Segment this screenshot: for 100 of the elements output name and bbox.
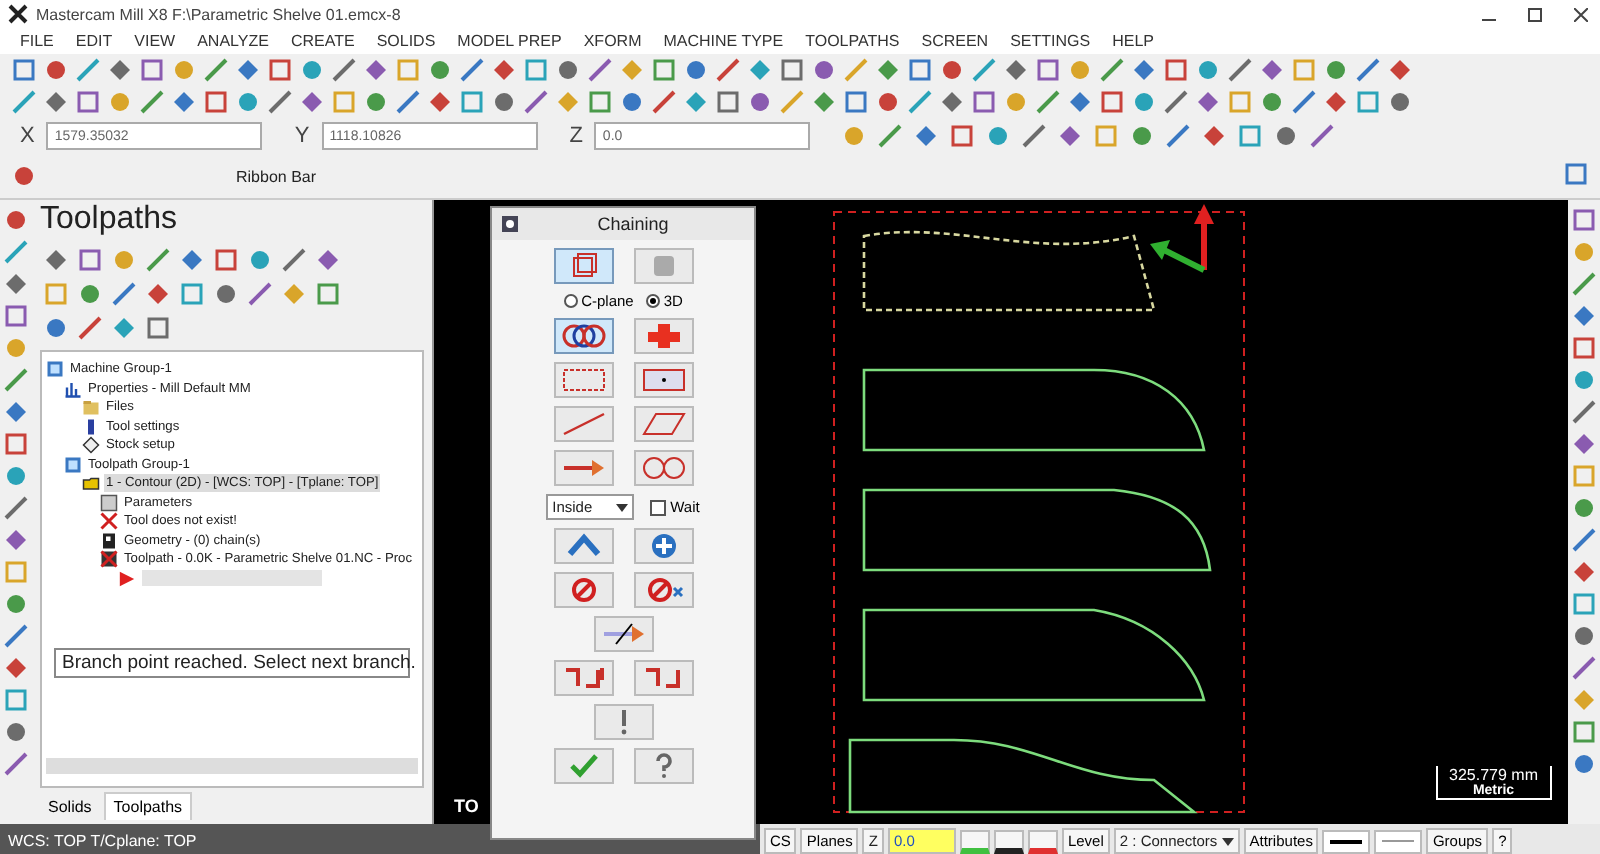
line-button[interactable] xyxy=(553,406,613,442)
toolbar-icon[interactable] xyxy=(364,58,388,82)
toolbar-icon[interactable] xyxy=(1036,58,1060,82)
toolbar-icon[interactable] xyxy=(300,58,324,82)
toolbar-icon[interactable] xyxy=(248,282,272,306)
menu-item[interactable]: SCREEN xyxy=(921,32,989,50)
toolbar-icon[interactable] xyxy=(364,90,388,114)
toolbar-icon[interactable] xyxy=(1196,58,1220,82)
toolbar-icon[interactable] xyxy=(428,90,452,114)
toolbar-icon[interactable] xyxy=(146,282,170,306)
toolbar-icon[interactable] xyxy=(812,90,836,114)
color-button[interactable] xyxy=(959,829,990,853)
menu-item[interactable]: VIEW xyxy=(134,32,176,50)
help-button[interactable] xyxy=(633,748,693,784)
wireframe-button[interactable] xyxy=(553,248,613,284)
toolbar-icon[interactable] xyxy=(12,58,36,82)
clear-button[interactable] xyxy=(633,572,693,608)
menu-item[interactable]: CREATE xyxy=(290,32,355,50)
last-button[interactable] xyxy=(553,528,613,564)
toolbar-icon[interactable] xyxy=(332,58,356,82)
toolbar-icon[interactable] xyxy=(1274,124,1299,148)
toolbar-icon[interactable] xyxy=(1572,528,1596,552)
toolbar-icon[interactable] xyxy=(1356,90,1380,114)
toolbar-icon[interactable] xyxy=(1572,400,1596,424)
toolbar-icon[interactable] xyxy=(1324,90,1348,114)
toolbar-icon[interactable] xyxy=(4,688,28,712)
toolbar-icon[interactable] xyxy=(78,316,102,340)
toolbar-icon[interactable] xyxy=(4,592,28,616)
toolbar-icon[interactable] xyxy=(1100,90,1124,114)
warning-button[interactable] xyxy=(593,704,653,740)
toolbar-icon[interactable] xyxy=(1572,656,1596,680)
toolbar-icon[interactable] xyxy=(1068,90,1092,114)
toolbar-icon[interactable] xyxy=(4,432,28,456)
toolbar-icon[interactable] xyxy=(282,248,306,272)
toolbar-icon[interactable] xyxy=(4,272,28,296)
menu-item[interactable]: FILE xyxy=(20,32,54,50)
toolbar-icon[interactable] xyxy=(1100,58,1124,82)
toolbar-icon[interactable] xyxy=(1022,124,1047,148)
toolbar-icon[interactable] xyxy=(1260,58,1284,82)
ribbon-icon[interactable] xyxy=(1564,162,1588,186)
toolbar-icon[interactable] xyxy=(4,624,28,648)
menu-item[interactable]: TOOLPATHS xyxy=(805,32,900,50)
toolbar-icon[interactable] xyxy=(4,208,28,232)
toolbar-icon[interactable] xyxy=(4,304,28,328)
add-button[interactable] xyxy=(633,528,693,564)
toolbar-icon[interactable] xyxy=(1004,58,1028,82)
toolbar-icon[interactable] xyxy=(214,248,238,272)
toolbar-icon[interactable] xyxy=(986,124,1011,148)
maximize-icon[interactable] xyxy=(1524,7,1546,21)
color-button[interactable] xyxy=(1027,829,1058,853)
toolbar-icon[interactable] xyxy=(204,58,228,82)
toolbar-icon[interactable] xyxy=(1260,90,1284,114)
toolbar-icon[interactable] xyxy=(1164,58,1188,82)
toolbar-icon[interactable] xyxy=(972,58,996,82)
panel-tab[interactable]: Toolpaths xyxy=(103,792,193,820)
toolbar-icon[interactable] xyxy=(76,58,100,82)
toolbar-icon[interactable] xyxy=(940,90,964,114)
panel-tab[interactable]: Solids xyxy=(40,792,100,820)
toolbar-icon[interactable] xyxy=(112,316,136,340)
toolbar-icon[interactable] xyxy=(684,90,708,114)
toolbar-icon[interactable] xyxy=(588,90,612,114)
menu-item[interactable]: HELP xyxy=(1112,32,1154,50)
toolbar-icon[interactable] xyxy=(236,58,260,82)
toolbar-icon[interactable] xyxy=(140,58,164,82)
toolbar-icon[interactable] xyxy=(204,90,228,114)
toolbar-icon[interactable] xyxy=(140,90,164,114)
options-button[interactable] xyxy=(553,660,613,696)
toolbar-icon[interactable] xyxy=(172,90,196,114)
toolbar-icon[interactable] xyxy=(652,90,676,114)
toolbar-icon[interactable] xyxy=(908,90,932,114)
toolbar-icon[interactable] xyxy=(44,58,68,82)
toolbar-icon[interactable] xyxy=(1572,560,1596,584)
toolbar-icon[interactable] xyxy=(524,90,548,114)
toolbar-icon[interactable] xyxy=(716,90,740,114)
toolbar-icon[interactable] xyxy=(1036,90,1060,114)
toolbar-icon[interactable] xyxy=(684,58,708,82)
area-button[interactable] xyxy=(633,362,693,398)
toolbar-icon[interactable] xyxy=(4,368,28,392)
toolbar-icon[interactable] xyxy=(1228,58,1252,82)
window-button[interactable] xyxy=(553,362,613,398)
toolbar-icon[interactable] xyxy=(4,496,28,520)
toolbar-icon[interactable] xyxy=(940,58,964,82)
toolbar-icon[interactable] xyxy=(1196,90,1220,114)
toolbar-icon[interactable] xyxy=(1130,124,1155,148)
toolbar-icon[interactable] xyxy=(78,248,102,272)
toolbar-icon[interactable] xyxy=(1388,58,1412,82)
toolbar-icon[interactable] xyxy=(1572,304,1596,328)
menu-item[interactable]: SETTINGS xyxy=(1010,32,1091,50)
toolbar-icon[interactable] xyxy=(4,240,28,264)
reverse-button[interactable] xyxy=(593,616,653,652)
polygon-button[interactable] xyxy=(633,406,693,442)
toolbar-icon[interactable] xyxy=(44,248,68,272)
toolbar-icon[interactable] xyxy=(1388,90,1412,114)
toolbar-icon[interactable] xyxy=(876,58,900,82)
toolbar-icon[interactable] xyxy=(1572,368,1596,392)
toolbar-icon[interactable] xyxy=(908,58,932,82)
end-button[interactable] xyxy=(633,660,693,696)
toolbar-icon[interactable] xyxy=(878,124,903,148)
toolbar-icon[interactable] xyxy=(1356,58,1380,82)
toolbar-icon[interactable] xyxy=(812,58,836,82)
